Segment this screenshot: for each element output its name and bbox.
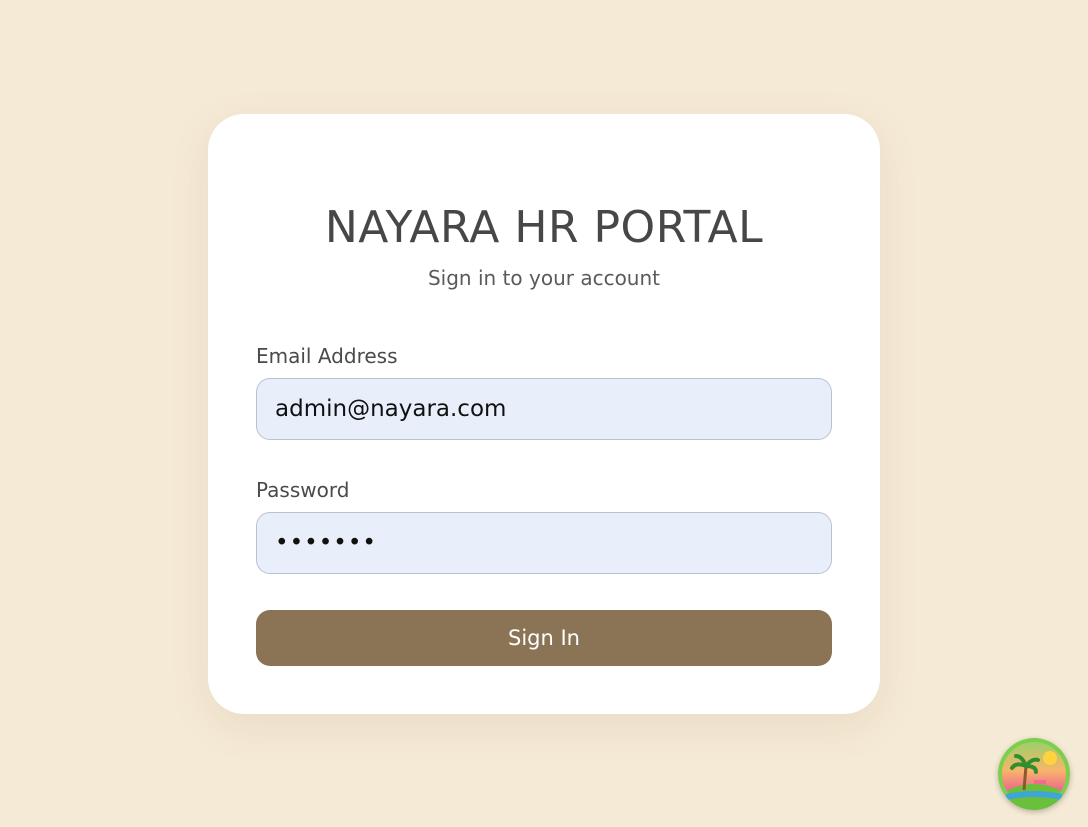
page-title: NAYARA HR PORTAL <box>324 202 764 253</box>
page-subtitle: Sign in to your account <box>427 266 660 290</box>
password-field[interactable] <box>256 512 832 574</box>
password-label: Password <box>256 478 350 502</box>
login-card: NAYARA HR PORTAL Sign in to your account… <box>208 114 880 714</box>
sign-in-button[interactable]: Sign In <box>256 610 832 666</box>
email-field[interactable] <box>256 378 832 440</box>
page: NAYARA HR PORTAL Sign in to your account… <box>0 0 1088 827</box>
tropical-island-icon[interactable] <box>998 738 1070 810</box>
email-label: Email Address <box>256 344 398 368</box>
